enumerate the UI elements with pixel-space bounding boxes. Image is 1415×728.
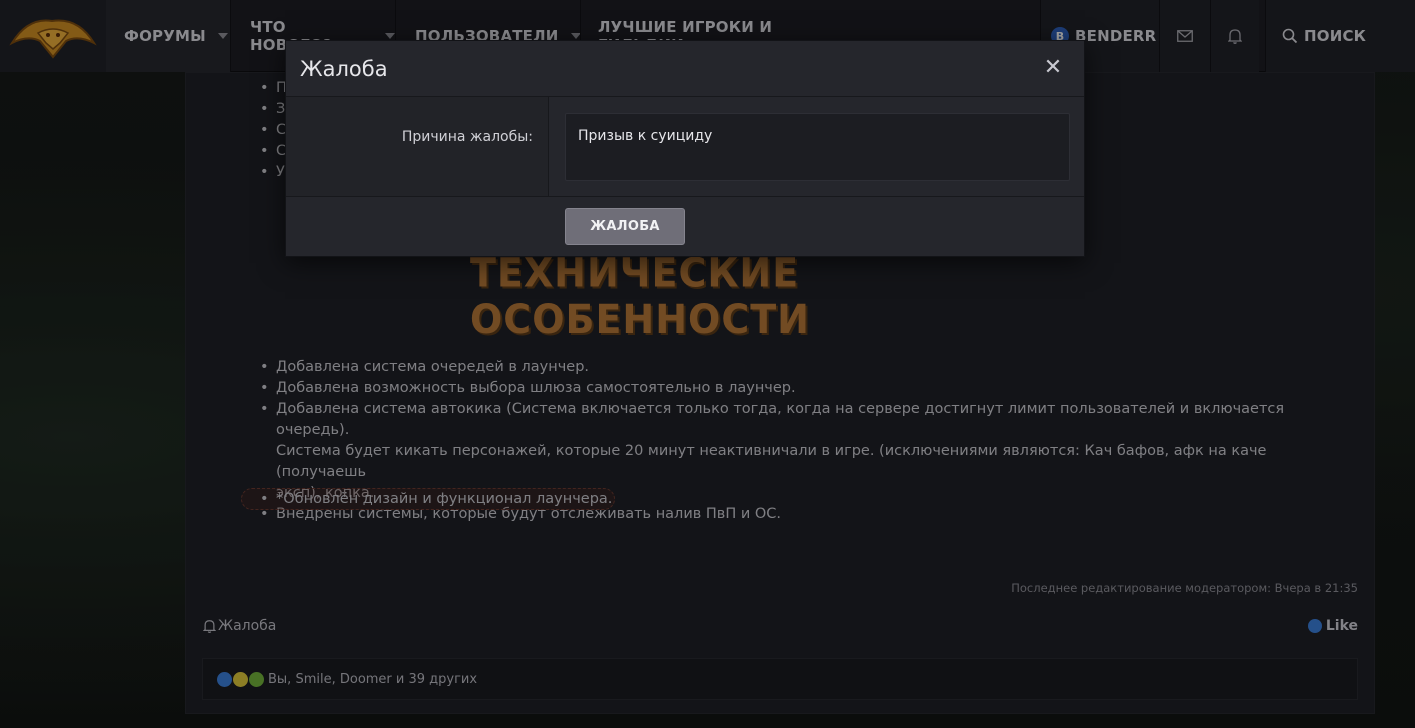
close-icon[interactable]: ✕ <box>1042 57 1064 79</box>
dialog-header: Жалоба <box>286 41 1084 97</box>
submit-report-button[interactable]: ЖАЛОБА <box>565 208 685 245</box>
dialog-footer: ЖАЛОБА <box>286 198 1084 256</box>
reason-textarea[interactable]: Призыв к суициду <box>565 113 1070 181</box>
reason-label: Причина жалобы: <box>401 129 533 145</box>
dialog-title: Жалоба <box>300 56 388 81</box>
dialog-form-row: Причина жалобы: Призыв к суициду <box>286 97 1084 197</box>
form-label-cell: Причина жалобы: <box>286 97 549 196</box>
report-dialog: Жалоба ✕ Причина жалобы: Призыв к суицид… <box>285 40 1085 257</box>
